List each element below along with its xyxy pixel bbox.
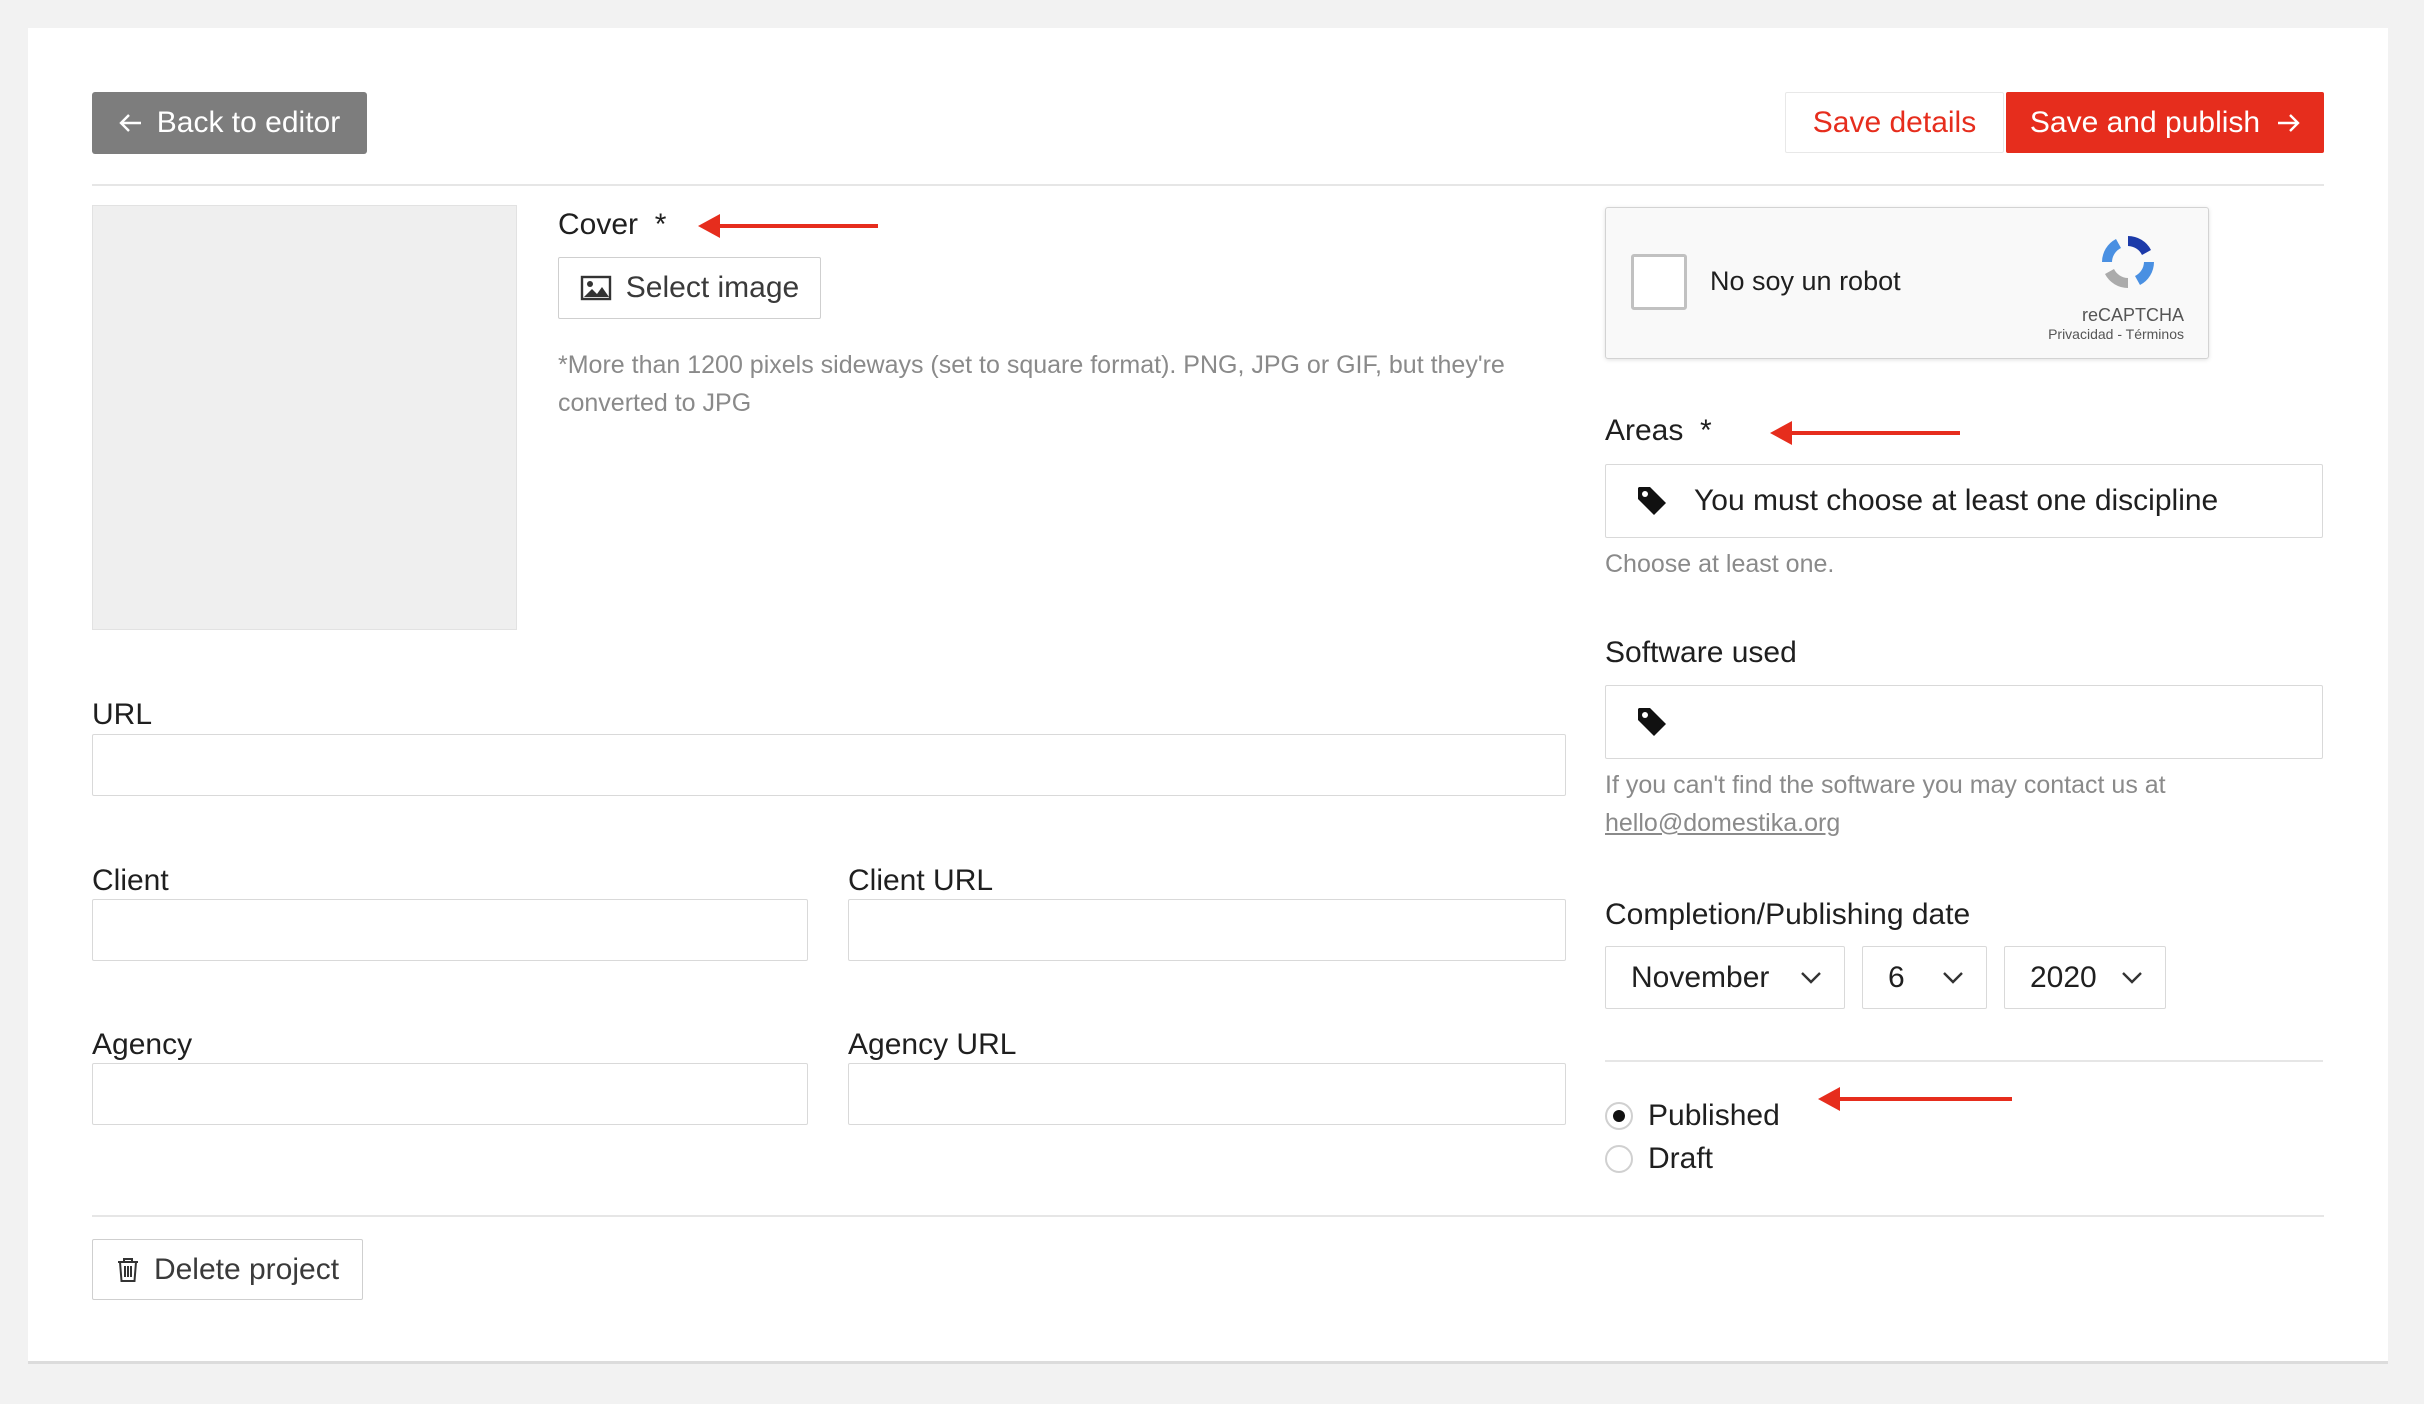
agency-url-label: Agency URL xyxy=(848,1028,1017,1061)
url-input[interactable] xyxy=(92,734,1566,796)
cover-preview[interactable] xyxy=(92,205,517,630)
select-image-button[interactable]: Select image xyxy=(558,257,821,319)
draft-radio[interactable] xyxy=(1605,1145,1633,1173)
client-url-input[interactable] xyxy=(848,899,1566,961)
year-select[interactable]: 2020 xyxy=(2004,946,2166,1009)
recaptcha-logo-icon xyxy=(2102,236,2154,288)
back-to-editor-label: Back to editor xyxy=(156,106,341,139)
chevron-down-icon xyxy=(1943,971,1963,984)
annotation-arrow-areas xyxy=(1770,421,1960,445)
save-details-button[interactable]: Save details xyxy=(1785,92,2004,153)
status-published-option[interactable]: Published xyxy=(1605,1099,1780,1133)
agency-url-input[interactable] xyxy=(848,1063,1566,1125)
arrow-left-icon xyxy=(119,114,141,132)
recaptcha-privacy-link[interactable]: Privacidad xyxy=(2048,326,2113,342)
top-divider xyxy=(92,184,2324,186)
client-input[interactable] xyxy=(92,899,808,961)
back-to-editor-button[interactable]: Back to editor xyxy=(92,92,367,154)
contact-email-link[interactable]: hello@domestika.org xyxy=(1605,809,1840,837)
software-hint: If you can't find the software you may c… xyxy=(1605,771,2166,837)
year-value: 2020 xyxy=(2030,960,2097,994)
save-and-publish-label: Save and publish xyxy=(2029,105,2261,139)
annotation-arrow-status xyxy=(1818,1087,2012,1111)
save-and-publish-button[interactable]: Save and publish xyxy=(2006,92,2324,153)
client-url-label: Client URL xyxy=(848,864,994,897)
client-label: Client xyxy=(92,864,169,897)
annotation-arrow-cover xyxy=(698,214,878,238)
chevron-down-icon xyxy=(2122,971,2142,984)
month-select[interactable]: November xyxy=(1605,946,1845,1009)
trash-icon xyxy=(117,1257,138,1282)
date-label: Completion/Publishing date xyxy=(1605,898,1971,931)
cover-label: Cover * xyxy=(558,208,667,241)
areas-label: Areas * xyxy=(1605,414,1712,447)
published-radio[interactable] xyxy=(1605,1102,1633,1130)
areas-hint: Choose at least one. xyxy=(1605,550,1835,578)
recaptcha-terms-link[interactable]: Términos xyxy=(2126,326,2184,342)
recaptcha-links: Privacidad - Términos xyxy=(2048,326,2184,342)
day-select[interactable]: 6 xyxy=(1862,946,1987,1009)
draft-label: Draft xyxy=(1648,1142,1714,1175)
month-value: November xyxy=(1631,960,1770,994)
agency-label: Agency xyxy=(92,1028,193,1061)
areas-input[interactable]: You must choose at least one discipline xyxy=(1605,464,2323,538)
status-divider xyxy=(1605,1060,2323,1062)
tag-icon xyxy=(1638,708,1666,736)
project-details-card: Back to editor Save details Save and pub… xyxy=(28,28,2388,1364)
day-value: 6 xyxy=(1888,960,1905,994)
delete-project-button[interactable]: Delete project xyxy=(92,1239,363,1300)
agency-input[interactable] xyxy=(92,1063,808,1125)
bottom-divider xyxy=(92,1215,2324,1217)
software-label: Software used xyxy=(1605,636,1797,669)
select-image-label: Select image xyxy=(625,271,800,304)
image-icon xyxy=(580,275,611,301)
recaptcha-label: No soy un robot xyxy=(1710,266,1901,296)
arrow-right-icon xyxy=(2278,113,2300,132)
recaptcha-checkbox[interactable] xyxy=(1631,254,1687,310)
delete-project-label: Delete project xyxy=(153,1252,340,1286)
recaptcha-widget: No soy un robot reCAPTCHA Privacidad - T… xyxy=(1605,207,2209,359)
chevron-down-icon xyxy=(1801,971,1821,984)
cover-hint: *More than 1200 pixels sideways (set to … xyxy=(558,351,1505,417)
published-label: Published xyxy=(1648,1099,1780,1132)
status-draft-option[interactable]: Draft xyxy=(1605,1142,1713,1176)
software-input[interactable] xyxy=(1605,685,2323,759)
recaptcha-brand: reCAPTCHA xyxy=(2081,305,2184,325)
areas-placeholder: You must choose at least one discipline xyxy=(1694,484,2219,517)
tag-icon xyxy=(1638,487,1666,515)
url-label: URL xyxy=(92,698,153,731)
